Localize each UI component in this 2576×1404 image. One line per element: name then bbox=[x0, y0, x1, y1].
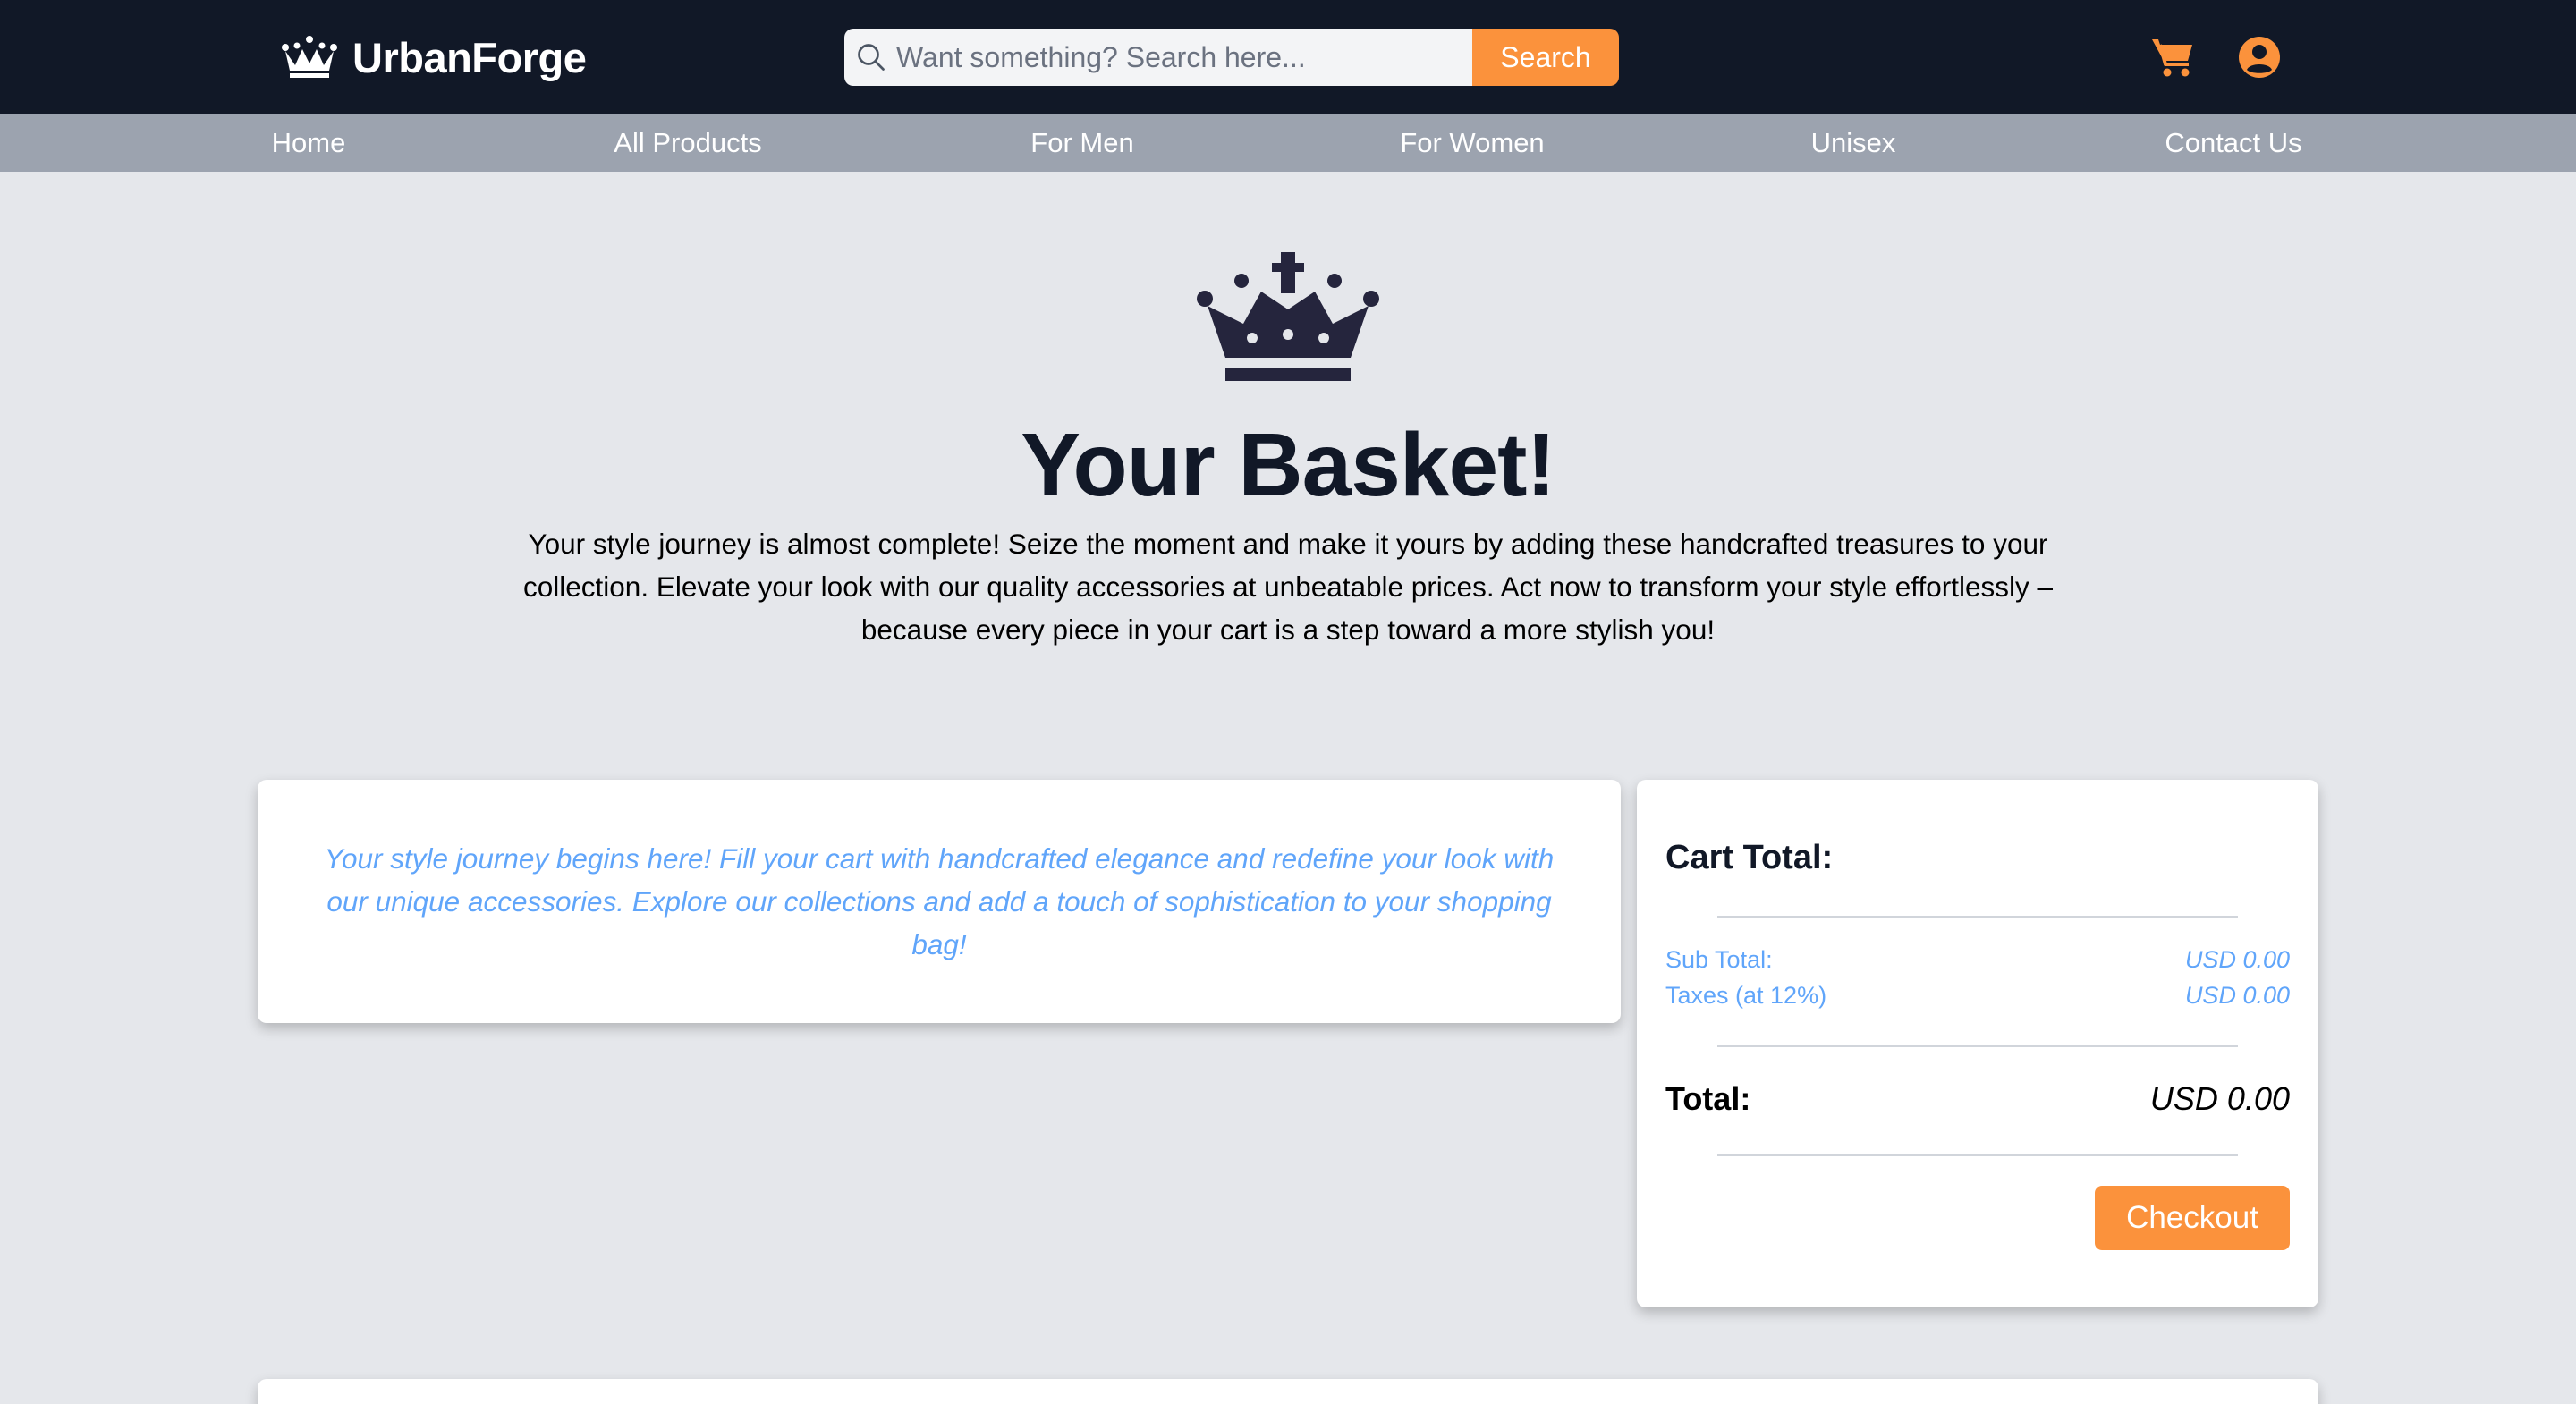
search-input[interactable] bbox=[896, 40, 1472, 74]
brand-logo[interactable]: UrbanForge bbox=[281, 29, 587, 86]
tax-row: Taxes (at 12%) USD 0.00 bbox=[1665, 982, 2290, 1010]
cart-total-title: Cart Total: bbox=[1665, 839, 1834, 876]
page-intro: Your style journey is almost complete! S… bbox=[523, 528, 2053, 646]
page-title: Your Basket! bbox=[1021, 415, 1555, 515]
crown-icon bbox=[282, 36, 337, 78]
empty-cart-message: Your style journey begins here! Fill you… bbox=[324, 842, 1555, 960]
lower-panel bbox=[258, 1379, 2318, 1404]
nav-for-men[interactable]: For Men bbox=[1030, 114, 1133, 172]
top-header: UrbanForge Search bbox=[0, 0, 2576, 114]
divider bbox=[1717, 916, 2238, 918]
user-circle-icon[interactable] bbox=[2238, 36, 2281, 79]
search-field-wrapper bbox=[844, 29, 1472, 86]
subtotal-value: USD 0.00 bbox=[2184, 946, 2290, 973]
nav-all-products[interactable]: All Products bbox=[614, 114, 761, 172]
tax-value: USD 0.00 bbox=[2184, 982, 2290, 1009]
divider bbox=[1717, 1045, 2238, 1047]
grand-total-row: Total: USD 0.00 bbox=[1665, 1080, 2290, 1118]
divider bbox=[1717, 1154, 2238, 1156]
brand-name: UrbanForge bbox=[352, 33, 587, 81]
cart-items-panel: Your style journey begins here! Fill you… bbox=[258, 780, 1621, 1023]
nav-contact-us[interactable]: Contact Us bbox=[2165, 114, 2301, 172]
nav-home[interactable]: Home bbox=[272, 114, 346, 172]
subtotal-label: Sub Total: bbox=[1665, 946, 1773, 973]
search-icon bbox=[858, 44, 885, 71]
total-value: USD 0.00 bbox=[2149, 1080, 2290, 1117]
main-nav: Home All Products For Men For Women Unis… bbox=[0, 114, 2576, 172]
nav-for-women[interactable]: For Women bbox=[1400, 114, 1544, 172]
tax-label: Taxes (at 12%) bbox=[1665, 982, 1827, 1009]
total-label: Total: bbox=[1665, 1080, 1751, 1117]
cart-summary: Cart Total: Sub Total: USD 0.00 Taxes (a… bbox=[1637, 780, 2318, 1307]
crown-icon bbox=[1197, 252, 1379, 381]
search-button[interactable]: Search bbox=[1472, 29, 1619, 86]
checkout-button[interactable]: Checkout bbox=[2095, 1186, 2290, 1250]
search-bar: Search bbox=[844, 29, 1619, 86]
nav-unisex[interactable]: Unisex bbox=[1811, 114, 1896, 172]
cart-icon[interactable] bbox=[2150, 36, 2195, 79]
subtotal-row: Sub Total: USD 0.00 bbox=[1665, 946, 2290, 974]
